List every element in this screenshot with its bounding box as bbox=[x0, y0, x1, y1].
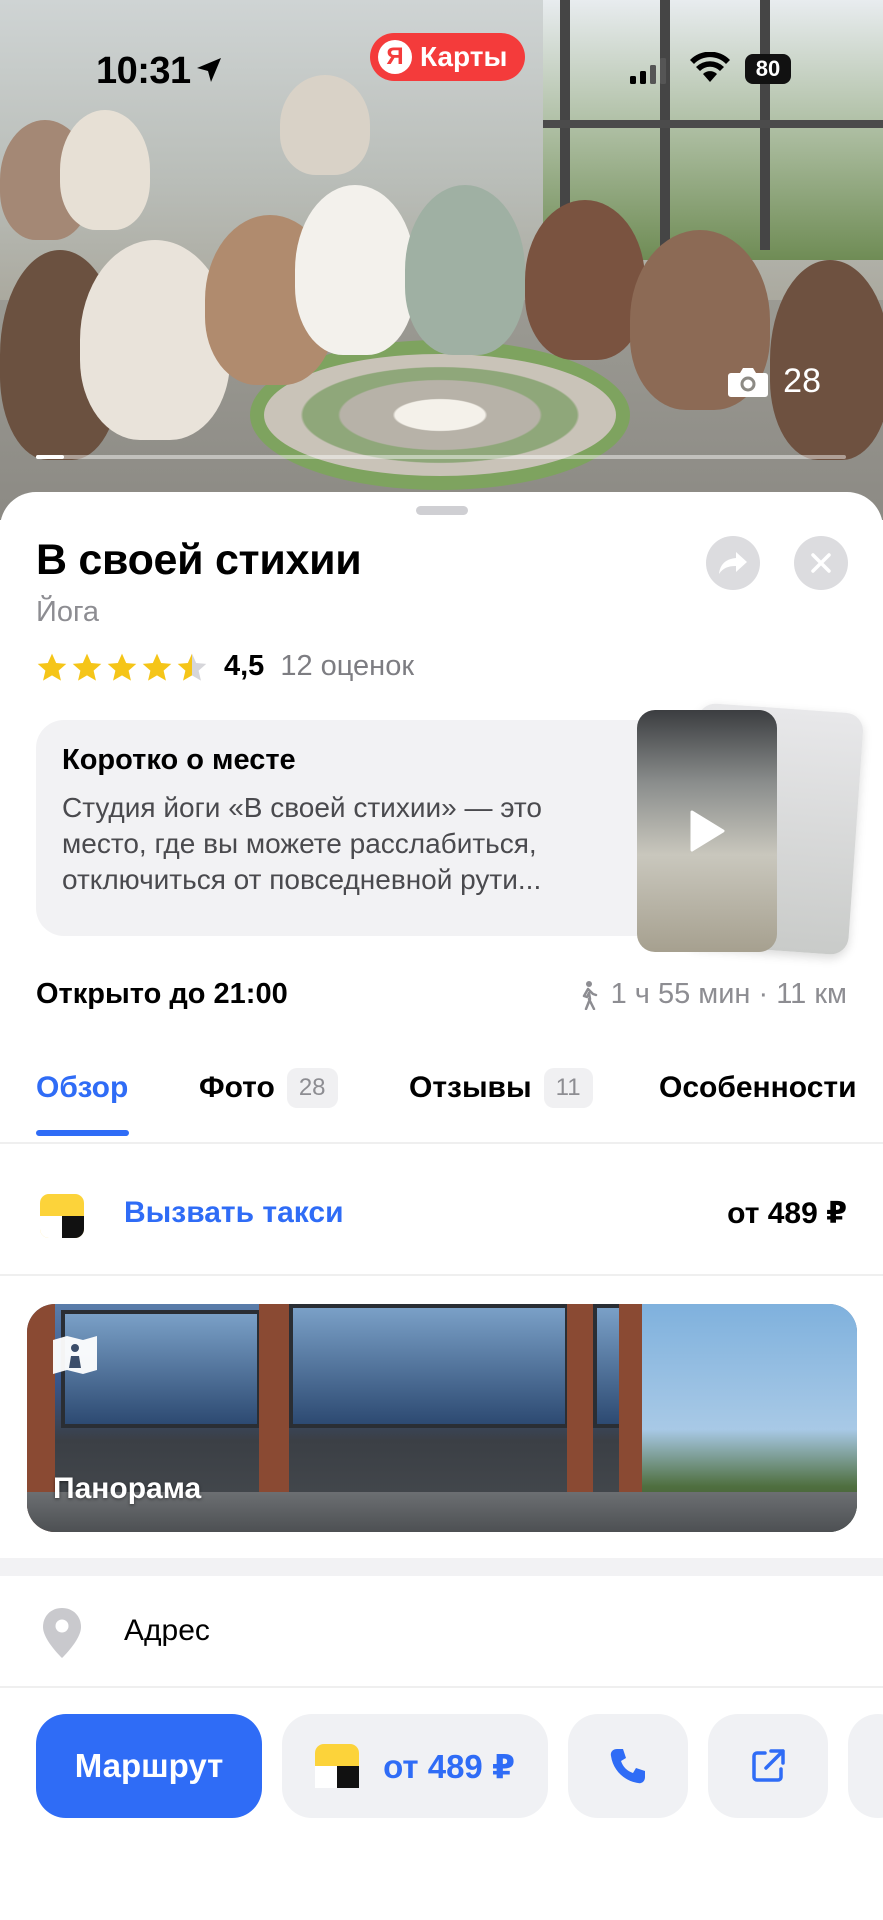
about-text: Студия йоги «В своей стихии» — это место… bbox=[62, 792, 542, 895]
share-button[interactable] bbox=[706, 536, 760, 590]
star-icon bbox=[37, 653, 67, 681]
tab-reviews[interactable]: Отзывы 11 bbox=[409, 1062, 593, 1114]
story-video-thumbnail[interactable] bbox=[637, 710, 777, 952]
distance-text: 1 ч 55 мин · 11 км bbox=[610, 978, 847, 1010]
photo-person bbox=[770, 260, 883, 460]
close-button[interactable] bbox=[794, 536, 848, 590]
photo-counter: 28 bbox=[727, 362, 821, 401]
walking-person-icon bbox=[582, 980, 597, 1010]
tab-badge: 11 bbox=[543, 1068, 593, 1108]
yandex-logo-icon: Я bbox=[378, 40, 412, 74]
panorama-label: Панорама bbox=[53, 1472, 202, 1505]
star-icon bbox=[177, 653, 207, 681]
tab-bar: Обзор Фото 28 Отзывы 11 Особенности bbox=[0, 1062, 883, 1144]
tab-features[interactable]: Особенности bbox=[659, 1062, 857, 1114]
pano-facade bbox=[289, 1304, 569, 1428]
star-icon bbox=[142, 653, 172, 681]
photo-person bbox=[295, 185, 415, 355]
tab-photos[interactable]: Фото 28 bbox=[199, 1062, 338, 1114]
location-arrow-icon bbox=[197, 58, 221, 82]
call-taxi-label: Вызвать такси bbox=[124, 1196, 344, 1229]
website-button[interactable] bbox=[708, 1714, 828, 1818]
yandex-taxi-icon bbox=[40, 1194, 84, 1238]
about-title: Коротко о месте bbox=[62, 744, 296, 776]
external-link-icon bbox=[752, 1749, 785, 1782]
rating-stars bbox=[36, 652, 208, 682]
address-label: Адрес bbox=[124, 1614, 210, 1647]
battery-indicator: 80 bbox=[745, 54, 791, 84]
action-bar: Маршрут от 489 ₽ bbox=[0, 1714, 883, 1824]
panorama-icon bbox=[53, 1336, 97, 1374]
walking-distance[interactable]: 1 ч 55 мин · 11 км bbox=[577, 978, 847, 1011]
yandex-taxi-icon bbox=[315, 1744, 360, 1788]
star-icon bbox=[72, 653, 102, 681]
call-button[interactable] bbox=[568, 1714, 688, 1818]
status-bar: 10:31 Я Карты 80 bbox=[0, 0, 883, 120]
taxi-button[interactable]: от 489 ₽ bbox=[282, 1714, 548, 1818]
tab-label: Отзывы bbox=[409, 1071, 532, 1104]
tab-label: Особенности bbox=[659, 1071, 857, 1104]
place-title: В своей стихии bbox=[36, 536, 362, 584]
tab-badge: 28 bbox=[286, 1068, 338, 1108]
place-category: Йога bbox=[36, 596, 100, 628]
taxi-price: от 489 ₽ bbox=[727, 1197, 847, 1230]
active-tab-indicator bbox=[36, 1130, 129, 1136]
rating-value: 4,5 bbox=[224, 650, 265, 682]
camera-icon bbox=[728, 367, 769, 397]
back-to-app-badge[interactable]: Я Карты bbox=[370, 33, 526, 81]
gallery-progress-fill bbox=[36, 455, 65, 459]
status-time: 10:31 bbox=[96, 50, 191, 92]
more-actions-button[interactable] bbox=[848, 1714, 883, 1818]
tab-label: Фото bbox=[199, 1071, 275, 1104]
route-button[interactable]: Маршрут bbox=[36, 1714, 262, 1818]
close-icon bbox=[811, 553, 831, 573]
share-icon bbox=[719, 552, 747, 574]
wifi-icon bbox=[690, 52, 730, 82]
photo-window-frame bbox=[543, 120, 883, 128]
star-icon bbox=[107, 653, 137, 681]
call-taxi-row[interactable]: Вызвать такси от 489 ₽ bbox=[0, 1154, 883, 1276]
photo-person bbox=[405, 185, 525, 355]
gallery-progress bbox=[36, 455, 846, 459]
location-pin-icon bbox=[43, 1608, 81, 1658]
photo-person bbox=[60, 110, 150, 230]
opening-hours: Открыто до 21:00 bbox=[36, 978, 288, 1010]
photo-person bbox=[525, 200, 645, 360]
photo-count: 28 bbox=[783, 362, 821, 400]
sheet-grabber[interactable] bbox=[416, 506, 468, 515]
play-icon bbox=[690, 810, 725, 852]
section-divider bbox=[0, 1558, 883, 1576]
cellular-signal-icon bbox=[630, 58, 666, 84]
taxi-button-price: от 489 ₽ bbox=[383, 1747, 515, 1785]
back-to-app-label: Карты bbox=[420, 41, 508, 72]
tab-label: Обзор bbox=[36, 1071, 129, 1104]
phone-icon bbox=[610, 1749, 645, 1784]
panorama-preview[interactable]: Панорама bbox=[27, 1304, 857, 1532]
place-card-sheet: В своей стихии Йога 4,5 12 оценок Коротк… bbox=[0, 492, 883, 1920]
rating-count: 12 оценок bbox=[280, 650, 415, 682]
address-row[interactable]: Адрес bbox=[0, 1576, 883, 1688]
tab-overview[interactable]: Обзор bbox=[36, 1062, 128, 1114]
rating-row[interactable]: 4,5 12 оценок bbox=[36, 650, 414, 683]
